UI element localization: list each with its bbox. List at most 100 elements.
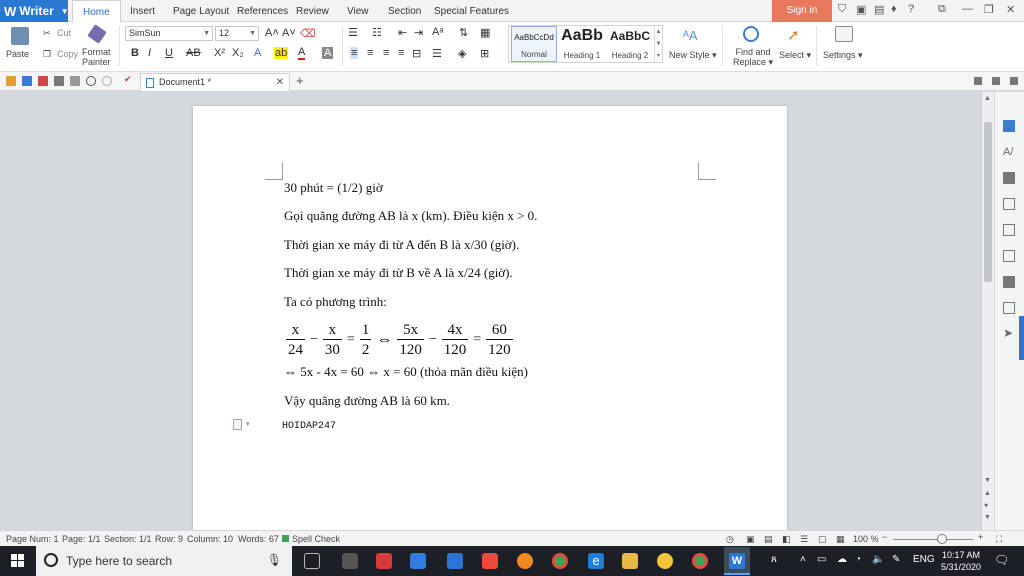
doc-line-4[interactable]: Thời gian xe máy đi từ B về A là x/24 (g…	[284, 265, 513, 281]
format-painter-icon[interactable]	[87, 24, 107, 44]
task-view-icon[interactable]	[304, 553, 320, 569]
line-spacing-icon[interactable]: ☰	[432, 47, 442, 60]
doc-line-2[interactable]: Gọi quãng đường AB là x (km). Điều kiện …	[284, 208, 537, 224]
find-replace-button[interactable]: Find and Replace ▾	[733, 47, 773, 67]
footer-text[interactable]: HOIDAP247	[282, 421, 336, 432]
paragraph-marker-icon[interactable]	[233, 419, 242, 430]
status-words[interactable]: Words: 67	[238, 534, 279, 544]
paste-label[interactable]: Paste	[6, 49, 29, 59]
select-browse-icon[interactable]: ●	[984, 502, 988, 509]
chevron-down-icon[interactable]: ▾	[246, 420, 250, 428]
numbering-icon[interactable]: ☷	[372, 26, 382, 39]
new-style-icon[interactable]: ᴬA	[683, 28, 698, 43]
scroll-thumb[interactable]	[984, 122, 992, 282]
share-icon[interactable]: ▤	[874, 3, 884, 16]
zoom-value[interactable]: 100 %	[853, 534, 879, 544]
subscript-icon[interactable]: X₂	[232, 47, 244, 59]
document-tab[interactable]: Document1 * ✕	[140, 73, 290, 91]
restore-icon[interactable]: ⧉	[938, 3, 946, 16]
next-page-icon[interactable]: ▼	[984, 514, 991, 521]
tab-review[interactable]: Review	[296, 0, 329, 22]
scroll-down-icon[interactable]: ▼	[984, 477, 991, 484]
align-left-icon[interactable]: ≡	[350, 47, 359, 59]
align-center-icon[interactable]: ≡	[367, 47, 373, 59]
highlight-icon[interactable]: ab	[274, 47, 289, 59]
tab-page-layout[interactable]: Page Layout	[173, 0, 229, 22]
undo-icon[interactable]	[86, 76, 96, 86]
zoom-slider-handle[interactable]	[937, 534, 947, 544]
change-case-icon[interactable]: Aᵃ	[432, 26, 443, 38]
justify-icon[interactable]: ≡	[398, 47, 404, 59]
app-icon[interactable]	[482, 553, 498, 569]
volume-icon[interactable]: 🔈	[872, 554, 884, 565]
decrease-indent-icon[interactable]: ⇤	[398, 26, 407, 39]
maximize-icon[interactable]: ❐	[984, 3, 994, 16]
roblox-icon[interactable]	[342, 553, 358, 569]
doc-line-1[interactable]: 30 phút = (1/2) giờ	[284, 180, 383, 196]
font-name-select[interactable]: SimSun ▼	[125, 26, 213, 41]
copy-icon[interactable]: ❐	[43, 49, 51, 60]
tab-home[interactable]: Home	[72, 0, 121, 23]
shading-icon[interactable]: ◈	[458, 47, 466, 60]
taskbar-search-box[interactable]: Type here to search 🎙	[36, 546, 292, 576]
battery-icon[interactable]: ▭	[817, 554, 826, 565]
tab-insert[interactable]: Insert	[130, 0, 155, 22]
print-icon[interactable]	[54, 76, 64, 86]
underline-icon[interactable]: U	[165, 47, 173, 59]
microphone-icon[interactable]: 🎙	[267, 553, 282, 567]
document-page[interactable]: 30 phút = (1/2) giờ Gọi quãng đường AB l…	[193, 106, 787, 530]
print-preview-icon[interactable]	[70, 76, 80, 86]
borders-icon[interactable]: ⊞	[480, 47, 489, 60]
copy-label[interactable]: Copy	[57, 49, 78, 59]
pdf-icon[interactable]	[38, 76, 48, 86]
cut-label[interactable]: Cut	[57, 28, 71, 38]
minimize-icon[interactable]: —	[962, 3, 973, 15]
pane-icon[interactable]	[1003, 224, 1015, 236]
sign-in-button[interactable]: Sign in	[772, 0, 832, 22]
status-page[interactable]: Page: 1/1	[62, 534, 101, 544]
vertical-scrollbar[interactable]: ▲ ▼ ▲ ● ▼	[981, 92, 994, 530]
cut-icon[interactable]: ✂	[43, 28, 51, 39]
doc-line-7[interactable]: Vậy quãng đường AB là 60 km.	[284, 393, 450, 409]
status-column[interactable]: Column: 10	[187, 534, 233, 544]
web-layout-icon[interactable]: ◧	[782, 534, 791, 545]
chrome-icon[interactable]	[552, 553, 568, 569]
people-icon[interactable]: ጸ	[771, 554, 777, 565]
pane-icon[interactable]	[1003, 276, 1015, 288]
select-pane-icon[interactable]	[1003, 172, 1015, 184]
store-icon[interactable]	[410, 553, 426, 569]
doc-line-5[interactable]: Ta có phương trình:	[284, 294, 387, 310]
new-doc-icon[interactable]	[1003, 120, 1015, 132]
wps-writer-taskbar-button[interactable]: W	[724, 547, 750, 575]
select-cursor-icon[interactable]: ➚	[787, 26, 800, 44]
edge-icon[interactable]: e	[588, 553, 604, 569]
gift-icon[interactable]	[376, 553, 392, 569]
save-icon[interactable]	[22, 76, 32, 86]
mail-icon[interactable]	[447, 553, 463, 569]
customize-icon[interactable]: ✔	[124, 74, 134, 84]
settings-icon[interactable]	[835, 26, 853, 42]
equation[interactable]: x 24 − x 30 = 1 2 ⇔ 5x 120 − 4x 120 = 60…	[284, 320, 515, 360]
styles-scroll[interactable]: ▲ ▼ ▾	[654, 26, 662, 62]
bold-icon[interactable]: B	[131, 47, 139, 59]
show-hidden-icons[interactable]: ˄	[800, 554, 806, 565]
doc-line-3[interactable]: Thời gian xe máy đi từ A đến B là x/30 (…	[284, 237, 519, 253]
grow-font-icon[interactable]: A˄	[265, 27, 279, 39]
panel-icon[interactable]	[992, 77, 1000, 85]
style-pane-icon[interactable]: A/	[1003, 146, 1015, 158]
new-style-button[interactable]: New Style ▾	[669, 50, 717, 61]
notification-icon[interactable]: 🗨	[994, 553, 1009, 567]
pane-icon[interactable]	[1003, 250, 1015, 262]
tab-special-features[interactable]: Special Features	[434, 0, 509, 22]
revision-icon[interactable]: ◷	[726, 534, 734, 545]
doc-icon[interactable]: ▣	[856, 3, 866, 16]
style-normal[interactable]: AaBbCcDd Normal	[511, 26, 557, 62]
pen-icon[interactable]: ✎	[892, 554, 900, 565]
shrink-font-icon[interactable]: A˅	[282, 27, 296, 39]
panel-collapse-tab[interactable]	[1019, 316, 1024, 360]
status-row[interactable]: Row: 9	[155, 534, 183, 544]
select-button[interactable]: Select ▾	[779, 50, 811, 61]
zoom-out-icon[interactable]: −	[882, 532, 887, 542]
chrome-icon[interactable]	[692, 553, 708, 569]
panel-icon[interactable]	[974, 77, 982, 85]
